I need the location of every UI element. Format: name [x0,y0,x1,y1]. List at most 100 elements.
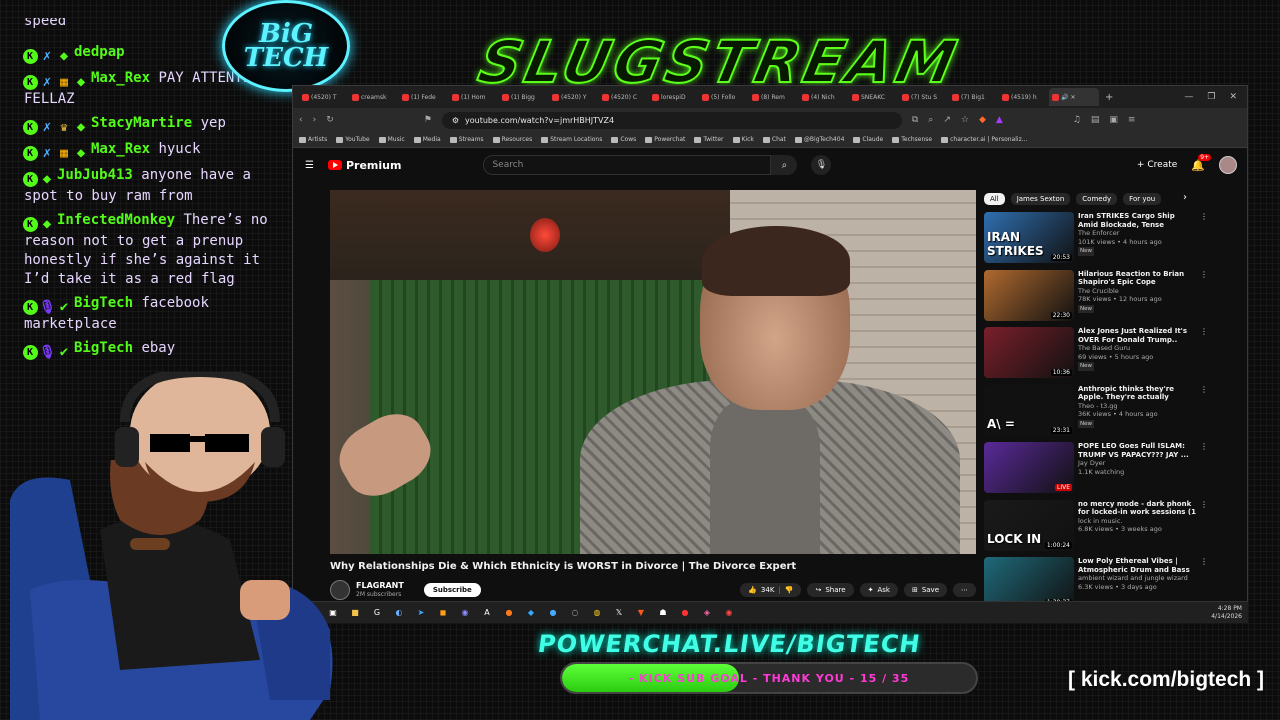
menu-icon[interactable]: ≡ [1128,115,1136,125]
account-avatar[interactable] [1219,156,1237,174]
app-icon-5[interactable]: ☗ [656,606,670,620]
more-options-icon[interactable]: ⋮ [1200,385,1208,394]
extensions-icon[interactable]: ⧉ [912,115,918,125]
more-actions-button[interactable]: ⋯ [953,583,976,597]
bookmark-item[interactable]: Chat [762,136,786,143]
telegram-icon[interactable]: ➤ [414,606,428,620]
recommendation-title[interactable]: Hilarious Reaction to Brian Shapiro's Ep… [1078,270,1196,287]
folder-icon[interactable]: ■ [348,606,362,620]
bookmark-item[interactable]: Techsense [892,136,932,143]
recommendation-item[interactable]: LOCK IN 1:00:24 no mercy mode - dark phonk… [984,499,1208,558]
bookmark-item[interactable]: Music [378,136,405,143]
browser-tab[interactable]: (5) Follo [699,88,749,106]
browser-tab[interactable]: creamsk [349,88,399,106]
bookmark-item[interactable]: Streams [449,136,484,143]
url-field[interactable]: ⚙ youtube.com/watch?v=jmrHBHJTVZ4 [441,111,902,129]
steam-icon[interactable]: ◐ [392,606,406,620]
recommendation-channel[interactable]: The Enforcer [1078,229,1196,238]
obs-icon[interactable]: ◉ [722,606,736,620]
save-button[interactable]: ⊞ Save [903,583,947,597]
more-options-icon[interactable]: ⋮ [1200,327,1208,336]
recommendation-channel[interactable]: lock in music. [1078,517,1196,526]
recommendation-channel[interactable]: ambient wizard and jungle wizard [1078,574,1196,583]
browser-tab[interactable]: (4519) h [999,88,1049,106]
recommendation-channel[interactable]: Jay Dyer [1078,459,1196,468]
more-options-icon[interactable]: ⋮ [1200,442,1208,451]
browser-tab[interactable]: (1) Bigg [499,88,549,106]
browser-tab[interactable]: (4520) Y [549,88,599,106]
brave-shield-icon[interactable]: ◆ [979,115,986,125]
bookmark-item[interactable]: Artists [299,136,327,143]
browser-tab[interactable]: (7) Stu S [899,88,949,106]
back-icon[interactable]: ‹ [299,115,303,125]
bookmark-item[interactable]: character.ai | Personaliz... [941,136,1027,143]
hamburger-icon[interactable]: ☰ [305,160,314,171]
youtube-logo[interactable]: Premium [327,159,401,172]
bookmark-item[interactable]: Cows [611,136,636,143]
subscribe-button[interactable]: Subscribe [423,583,481,597]
create-button[interactable]: + Create [1137,160,1177,170]
recommendation-thumbnail[interactable]: LOCK IN 1:00:24 [984,499,1074,551]
bookmark-item[interactable]: Twitter [694,136,724,143]
filter-chip[interactable]: James Sexton [1010,193,1071,205]
bookmark-item[interactable]: YouTube [336,136,370,143]
share-button[interactable]: ↪ Share [807,583,854,597]
bookmark-item[interactable]: Media [413,136,441,143]
g-app-icon[interactable]: G [370,606,384,620]
recommendation-thumbnail[interactable]: A\ = 23:31 [984,384,1074,436]
recommendation-title[interactable]: POPE LEO Goes Full ISLAM: TRUMP VS PAPAC… [1078,442,1196,459]
more-options-icon[interactable]: ⋮ [1200,500,1208,509]
more-options-icon[interactable]: ⋮ [1200,557,1208,566]
filter-chip[interactable]: For you [1123,193,1162,205]
filter-chip[interactable]: All [984,193,1005,205]
browser-tab[interactable]: (1) Fede [399,88,449,106]
recommendation-item[interactable]: LIVE POPE LEO Goes Full ISLAM: TRUMP VS P… [984,442,1208,500]
browser-tab[interactable]: (4520) T [299,88,349,106]
search-input[interactable]: Search [483,155,772,175]
sidebar-icon[interactable]: ▤ [1091,115,1100,125]
recommendation-title[interactable]: Anthropic thinks they're Apple. They're … [1078,385,1196,402]
recommendation-item[interactable]: 10:36 Alex Jones Just Realized It's OVER … [984,327,1208,385]
bookmark-item[interactable]: Stream Locations [541,136,602,143]
recommendation-item[interactable]: 22:30 Hilarious Reaction to Brian Shapiro… [984,269,1208,328]
ask-button[interactable]: ✦ Ask [859,583,898,597]
zoom-icon[interactable]: ⌕ [928,115,933,125]
recommendation-title[interactable]: Alex Jones Just Realized It's OVER For D… [1078,327,1196,344]
recommendation-thumbnail[interactable]: 10:36 [984,327,1074,378]
filter-chip[interactable]: Comedy [1076,193,1118,205]
openai-icon[interactable]: ◌ [568,606,582,620]
like-button[interactable]: 👍 34K | 👎 [740,583,802,597]
site-info-icon[interactable]: ⚙ [452,116,459,125]
bookmark-item[interactable]: Kick [732,136,754,143]
bookmark-page-icon[interactable]: ⚑ [424,115,432,125]
forward-icon[interactable]: › [313,115,317,125]
video-player[interactable] [330,190,976,554]
minimize-icon[interactable]: — [1184,92,1193,102]
browser-tab[interactable]: SNEAKC [849,88,899,106]
app-icon-7[interactable]: ◈ [700,606,714,620]
maximize-icon[interactable]: ❐ [1207,92,1215,102]
browser-tab[interactable]: lorespiD [649,88,699,106]
browser-tab[interactable]: (7) Big1 [949,88,999,106]
x-icon[interactable]: 𝕏 [612,606,626,620]
tab-close-icon[interactable]: ✕ [1070,94,1075,101]
recommendation-item[interactable]: A\ = 23:31 Anthropic thinks they're Apple… [984,384,1208,443]
recommendation-item[interactable]: IRAN STRIKES 20:53 Iran STRIKES Cargo Ship… [984,212,1208,270]
browser-tab[interactable]: (4520) C [599,88,649,106]
recommendation-channel[interactable]: Theo - t3.gg [1078,402,1196,411]
wallet-icon[interactable]: ▣ [1109,115,1118,125]
bookmark-item[interactable]: @BigTech404 [794,136,844,143]
rewards-icon[interactable]: ▲ [996,115,1003,125]
brave-icon[interactable]: ▼ [634,606,648,620]
chrome-icon[interactable]: ◍ [590,606,604,620]
recommendation-title[interactable]: Low Poly Ethereal Vibes | Atmospheric Dr… [1078,557,1196,574]
bookmark-item[interactable]: Powerchat [645,136,685,143]
voice-search-button[interactable]: 🎙 [811,155,832,175]
browser-tab[interactable]: (8) Rem [749,88,799,106]
search-button[interactable]: ⌕ [771,155,798,175]
star-icon[interactable]: ☆ [961,115,969,125]
browser-tab[interactable]: (1) Hom [449,88,499,106]
taskbar-clock[interactable]: 4:28 PM 4/14/2026 [1211,605,1248,621]
ai-app-icon[interactable]: A [480,606,494,620]
app-icon-4[interactable]: ● [546,606,560,620]
